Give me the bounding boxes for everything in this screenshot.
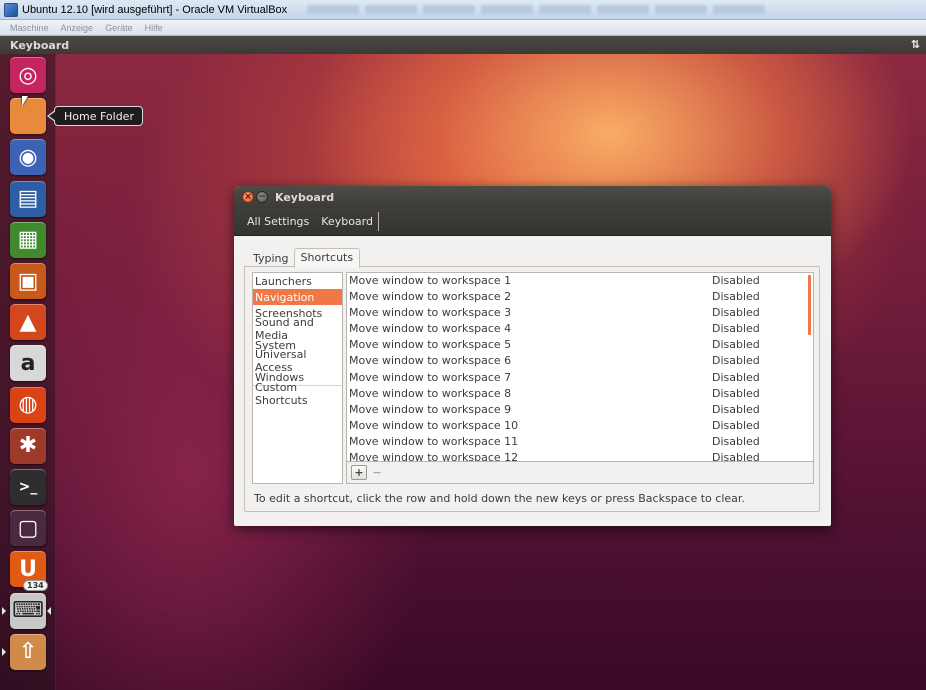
shortcut-list: Move window to workspace 1 Disabled Move w… bbox=[346, 272, 814, 462]
category-custom-shortcuts[interactable]: Custom Shortcuts bbox=[253, 381, 342, 407]
ubuntu-one-icon[interactable]: ◍ bbox=[10, 386, 46, 423]
tab-bar: Typing Shortcuts bbox=[248, 248, 361, 268]
workspace-switcher-icon[interactable]: ▢ bbox=[10, 510, 46, 547]
minimize-icon[interactable]: − bbox=[256, 191, 268, 203]
breadcrumb-keyboard[interactable]: Keyboard bbox=[316, 212, 379, 231]
virtualbox-icon bbox=[4, 2, 18, 17]
shortcut-name: Move window to workspace 2 bbox=[349, 290, 512, 304]
shortcut-accelerator: Disabled bbox=[712, 290, 760, 304]
launcher-tooltip: Home Folder bbox=[47, 106, 143, 126]
shortcut-row[interactable]: Move window to workspace 10 Disabled bbox=[347, 418, 813, 434]
shortcut-accelerator: Disabled bbox=[712, 451, 760, 462]
host-window-title: Ubuntu 12.10 [wird ausgeführt] - Oracle … bbox=[22, 3, 288, 16]
terminal-icon[interactable]: >_ bbox=[10, 469, 46, 505]
writer-icon[interactable]: ▤ bbox=[10, 180, 46, 217]
shortcut-row[interactable]: Move window to workspace 7 Disabled bbox=[347, 370, 813, 386]
tab-shortcuts[interactable]: Shortcuts bbox=[293, 248, 361, 268]
mouse-cursor-icon bbox=[22, 96, 28, 106]
shortcut-row[interactable]: Move window to workspace 4 Disabled bbox=[347, 321, 813, 337]
shortcut-accelerator: Disabled bbox=[712, 386, 760, 400]
shortcut-row[interactable]: Move window to workspace 1 Disabled bbox=[347, 273, 813, 289]
top-panel: Keyboard ⇅ bbox=[0, 36, 926, 54]
shortcut-row[interactable]: Move window to workspace 5 Disabled bbox=[347, 337, 813, 353]
menu-maschine[interactable]: Maschine bbox=[10, 23, 49, 33]
dialog-title: Keyboard bbox=[275, 190, 335, 204]
category-sound-and-media[interactable]: Sound and Media bbox=[253, 316, 342, 342]
shortcut-row[interactable]: Move window to workspace 2 Disabled bbox=[347, 289, 813, 305]
shortcut-name: Move window to workspace 3 bbox=[349, 306, 512, 320]
category-navigation[interactable]: Navigation bbox=[253, 289, 342, 305]
close-icon[interactable]: × bbox=[242, 191, 254, 203]
network-indicator-icon[interactable]: ⇅ bbox=[911, 38, 920, 51]
tab-typing[interactable]: Typing bbox=[248, 249, 294, 268]
shortcut-row[interactable]: Move window to workspace 8 Disabled bbox=[347, 386, 813, 402]
ubuntu-logo-icon[interactable]: ◎ bbox=[10, 57, 46, 93]
keyboard-icon[interactable]: ⌨ bbox=[10, 592, 46, 629]
shortcut-name: Move window to workspace 1 bbox=[349, 274, 512, 287]
firefox-icon[interactable]: ◉ bbox=[10, 139, 46, 176]
shortcut-name: Move window to workspace 7 bbox=[349, 370, 512, 384]
shortcut-name: Move window to workspace 9 bbox=[349, 402, 512, 416]
focused-indicator-icon bbox=[47, 606, 51, 615]
shortcut-name: Move window to workspace 12 bbox=[349, 451, 519, 462]
shortcut-list-scrollbar[interactable] bbox=[808, 275, 811, 335]
keyboard-dialog: × − Keyboard All Settings Keyboard Typin… bbox=[234, 186, 831, 526]
shortcut-accelerator: Disabled bbox=[712, 418, 760, 432]
dialog-titlebar[interactable]: × − Keyboard bbox=[234, 186, 831, 208]
software-center-icon[interactable]: ▲ bbox=[10, 304, 46, 341]
shortcut-name: Move window to workspace 5 bbox=[349, 338, 512, 352]
shortcut-name: Move window to workspace 8 bbox=[349, 386, 512, 400]
category-launchers[interactable]: Launchers bbox=[253, 273, 342, 289]
shortcut-row[interactable]: Move window to workspace 12 Disabled bbox=[347, 450, 813, 462]
update-manager-icon[interactable]: ⇧ bbox=[10, 633, 46, 670]
shortcut-row[interactable]: Move window to workspace 9 Disabled bbox=[347, 402, 813, 418]
running-indicator-icon bbox=[2, 606, 6, 615]
shortcut-name: Move window to workspace 6 bbox=[349, 354, 512, 368]
host-menubar: Maschine Anzeige Geräte Hilfe bbox=[0, 20, 926, 36]
shortcut-accelerator: Disabled bbox=[712, 306, 760, 320]
shortcut-accelerator: Disabled bbox=[712, 322, 760, 336]
host-titlebar: Ubuntu 12.10 [wird ausgeführt] - Oracle … bbox=[0, 0, 926, 20]
calc-icon[interactable]: ▦ bbox=[10, 221, 46, 258]
shortcut-name: Move window to workspace 11 bbox=[349, 434, 519, 448]
edit-shortcut-hint: To edit a shortcut, click the row and ho… bbox=[254, 492, 745, 505]
shortcut-name: Move window to workspace 4 bbox=[349, 322, 512, 336]
menu-anzeige[interactable]: Anzeige bbox=[61, 23, 94, 33]
remove-shortcut-button[interactable]: − bbox=[369, 465, 385, 480]
update-count-badge: 134 bbox=[23, 580, 48, 591]
category-universal-access[interactable]: Universal Access bbox=[253, 348, 342, 374]
shortcut-accelerator: Disabled bbox=[712, 354, 760, 368]
amazon-icon[interactable]: a bbox=[10, 345, 46, 382]
impress-icon[interactable]: ▣ bbox=[10, 263, 46, 299]
add-shortcut-button[interactable]: + bbox=[351, 465, 367, 480]
shortcut-accelerator: Disabled bbox=[712, 370, 760, 384]
menu-geraete[interactable]: Geräte bbox=[105, 23, 133, 33]
shortcut-accelerator: Disabled bbox=[712, 274, 760, 287]
dialog-toolbar: All Settings Keyboard bbox=[234, 208, 831, 236]
shortcut-list-toolbar: + − bbox=[346, 462, 814, 484]
shortcut-accelerator: Disabled bbox=[712, 434, 760, 448]
folder-icon[interactable] bbox=[10, 98, 46, 135]
breadcrumb-all-settings[interactable]: All Settings bbox=[242, 212, 314, 231]
active-app-name: Keyboard bbox=[10, 38, 70, 52]
shortcut-accelerator: Disabled bbox=[712, 338, 760, 352]
shortcut-row[interactable]: Move window to workspace 3 Disabled bbox=[347, 305, 813, 321]
shortcut-accelerator: Disabled bbox=[712, 402, 760, 416]
menu-hilfe[interactable]: Hilfe bbox=[145, 23, 163, 33]
host-blurred-taskbar bbox=[307, 5, 766, 14]
running-indicator-icon bbox=[2, 647, 6, 656]
settings-icon[interactable]: ✱ bbox=[10, 427, 46, 464]
shortcut-row[interactable]: Move window to workspace 6 Disabled bbox=[347, 353, 813, 369]
shortcut-row[interactable]: Move window to workspace 11 Disabled bbox=[347, 434, 813, 450]
category-list: Launchers Navigation Screenshots Sound a… bbox=[252, 272, 343, 484]
shortcut-name: Move window to workspace 10 bbox=[349, 418, 519, 432]
